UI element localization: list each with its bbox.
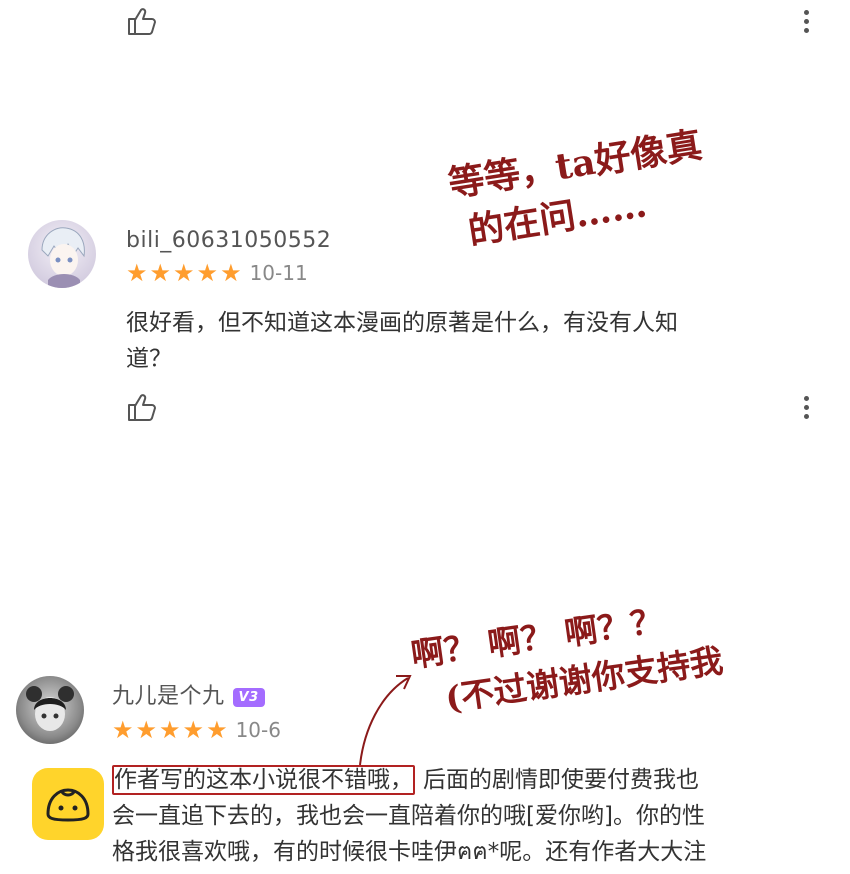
comment-line: 会一直追下去的，我也会一直陪着你的哦[爱你哟]。你的性 <box>112 803 705 829</box>
bun-app-icon <box>46 788 90 822</box>
anime-avatar-icon <box>41 227 85 288</box>
star-rating: ★ ★ ★ ★ ★ 10-11 <box>126 261 308 285</box>
star-icon: ★ <box>112 716 134 744</box>
star-icon: ★ <box>182 716 205 744</box>
username-row: 九儿是个九 V3 <box>112 678 265 710</box>
star-rating: ★ ★ ★ ★ ★ 10-6 <box>112 718 281 742</box>
star-icon: ★ <box>196 259 219 287</box>
anime-avatar-icon <box>26 686 74 731</box>
star-icon: ★ <box>135 716 158 744</box>
username[interactable]: bili_60631050552 <box>126 228 331 253</box>
username[interactable]: 九儿是个九 <box>112 684 225 709</box>
comment-line: 格我很喜欢哦，有的时候很卡哇伊ฅฅ*呢。还有作者大大注 <box>112 839 707 865</box>
more-vert-icon <box>803 10 809 15</box>
comment-body: 很好看，但不知道这本漫画的原著是什么，有没有人知 道？ <box>126 305 816 377</box>
handwritten-note-2: 啊？ 啊？ 啊？？ (不过谢谢你支持我 <box>408 589 726 727</box>
star-icon: ★ <box>149 259 172 287</box>
star-icon: ★ <box>159 716 181 744</box>
star-icon: ★ <box>173 259 195 287</box>
handwritten-note-1: 等等，ta好像真 的在问…… <box>445 120 713 259</box>
vip-level-badge: V3 <box>232 687 265 707</box>
comment-line: 道？ <box>126 346 172 372</box>
like-button[interactable] <box>126 392 158 422</box>
app-icon[interactable] <box>32 768 104 840</box>
star-icon: ★ <box>206 716 228 744</box>
comment-body: 作者写的这本小说很不错哦， 后面的剧情即使要付费我也 会一直追下去的，我也会一直陪… <box>112 762 832 870</box>
more-options-button[interactable] <box>800 392 812 422</box>
star-icon: ★ <box>220 259 242 287</box>
thumbs-up-icon <box>128 394 156 421</box>
star-icon: ★ <box>126 259 148 287</box>
more-options-button[interactable] <box>800 6 812 36</box>
comment-date: 10-11 <box>249 261 308 285</box>
avatar[interactable] <box>16 676 84 744</box>
comment-line: 作者写的这本小说很不错哦， 后面的剧情即使要付费我也 <box>112 762 832 798</box>
comment-date: 10-6 <box>235 718 281 742</box>
comment-text-rest: 后面的剧情即使要付费我也 <box>423 767 699 793</box>
comment-line: 很好看，但不知道这本漫画的原著是什么，有没有人知 <box>126 310 678 336</box>
more-vert-icon <box>803 396 809 401</box>
highlighted-text: 作者写的这本小说很不错哦， <box>112 765 415 795</box>
thumbs-up-icon <box>128 8 156 35</box>
like-button[interactable] <box>126 6 158 36</box>
avatar[interactable] <box>28 220 96 288</box>
